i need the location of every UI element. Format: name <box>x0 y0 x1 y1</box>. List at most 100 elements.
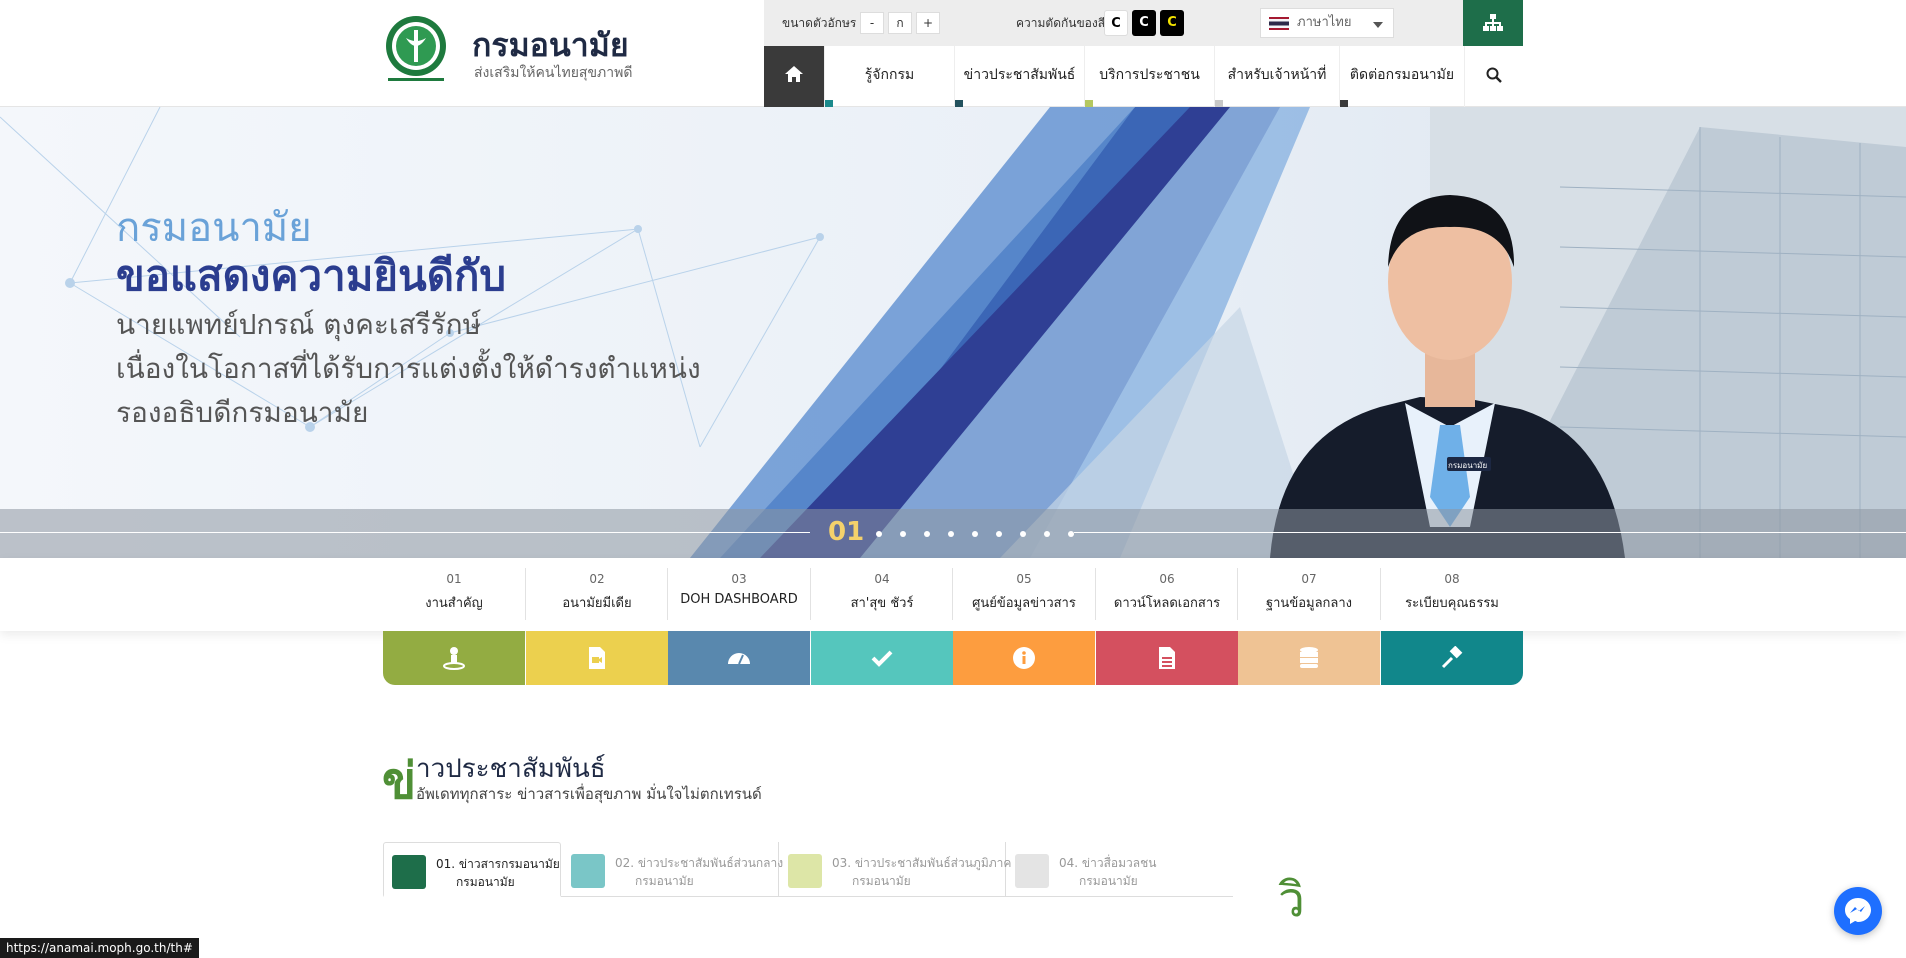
quick-link-health-sure[interactable]: 04 สา'สุข ชัวร์ <box>811 558 953 631</box>
building-icon <box>571 854 605 888</box>
language-select[interactable]: ภาษาไทย <box>1260 8 1394 38</box>
check-icon <box>871 650 893 667</box>
search-button[interactable] <box>1464 46 1523 107</box>
tab-subtitle: กรมอนามัย <box>635 874 694 888</box>
nav-marker <box>1215 100 1223 107</box>
contrast-normal-button[interactable]: C <box>1104 10 1128 36</box>
nav-news[interactable]: ข่าวประชาสัมพันธ์ <box>954 46 1084 107</box>
font-size-label: ขนาดตัวอักษร <box>782 16 857 30</box>
tab-title: 03. ข่าวประชาสัมพันธ์ส่วนภูมิภาค <box>832 856 1012 870</box>
nav-marker <box>825 100 833 107</box>
font-increase-button[interactable]: + <box>916 12 940 34</box>
slider-dot[interactable] <box>972 531 978 537</box>
messenger-icon <box>1845 898 1871 924</box>
building-icon <box>788 854 822 888</box>
tile-downloads[interactable] <box>1096 631 1238 685</box>
tab-central-news[interactable]: 02. ข่าวประชาสัมพันธ์ส่วนกลาง กรมอนามัย <box>563 842 783 897</box>
quick-link-info-center[interactable]: 05 ศูนย์ข้อมูลข่าวสาร <box>953 558 1095 631</box>
slide-number: 01 <box>828 517 865 547</box>
slider-dot[interactable] <box>948 531 954 537</box>
quick-links-bar: 01 งานสำคัญ 02 อนามัยมีเดีย 03 DOH DASHB… <box>0 558 1906 631</box>
slider-dot[interactable] <box>1044 531 1050 537</box>
tile-health-sure[interactable] <box>811 631 953 685</box>
nav-marker <box>1085 100 1093 107</box>
quick-link-number: 01 <box>446 572 462 586</box>
tile-database[interactable] <box>1238 631 1380 685</box>
nav-label: ติดต่อกรมอนามัย <box>1349 67 1455 83</box>
hero-text-name: นายแพทย์ปกรณ์ ตุงคะเสรีรักษ์ <box>116 308 482 341</box>
tab-regional-news[interactable]: 03. ข่าวประชาสัมพันธ์ส่วนภูมิภาค กรมอนาม… <box>780 842 1011 897</box>
news-subheading: อัพเดททุกสาระ ข่าวสารเพื่อสุขภาพ มั่นใจไ… <box>416 785 762 803</box>
browser-status-url: https://anamai.moph.go.th/th# <box>0 938 199 958</box>
department-logo[interactable] <box>384 14 448 92</box>
quick-link-label: ฐานข้อมูลกลาง <box>1265 596 1353 611</box>
gavel-icon <box>1441 646 1463 669</box>
tile-info-center[interactable] <box>953 631 1095 685</box>
slider-line-left <box>0 532 810 533</box>
quick-link-ethics[interactable]: 08 ระเบียบคุณธรรม <box>1381 558 1523 631</box>
home-icon <box>785 66 803 82</box>
nav-contact[interactable]: ติดต่อกรมอนามัย <box>1339 46 1464 107</box>
quick-link-label: ระเบียบคุณธรรม <box>1405 596 1499 611</box>
sitemap-button[interactable] <box>1463 0 1523 46</box>
tab-media-news[interactable]: 04. ข่าวสื่อมวลชน กรมอนามัย <box>1007 842 1233 897</box>
tile-ethics[interactable] <box>1381 631 1523 685</box>
slider-dot[interactable] <box>1068 531 1074 537</box>
slider-dot[interactable] <box>996 531 1002 537</box>
section-heading-partial: วิ <box>1278 872 1305 928</box>
nav-marker <box>955 100 963 107</box>
quick-link-label: งานสำคัญ <box>425 596 483 611</box>
nav-marker <box>1340 100 1348 107</box>
quick-link-number: 08 <box>1444 572 1460 586</box>
database-icon <box>1300 647 1318 668</box>
quick-link-important[interactable]: 01 งานสำคัญ <box>383 558 525 631</box>
slider-line-right <box>1074 532 1906 533</box>
quick-link-database[interactable]: 07 ฐานข้อมูลกลาง <box>1238 558 1380 631</box>
font-reset-button[interactable]: ก <box>888 12 912 34</box>
sitemap-icon <box>1483 14 1503 31</box>
nav-label: ข่าวประชาสัมพันธ์ <box>963 67 1076 83</box>
tab-title: 04. ข่าวสื่อมวลชน <box>1059 856 1157 870</box>
hero-badge: กรมอนามัย <box>1448 461 1488 470</box>
slider-dot[interactable] <box>900 531 906 537</box>
home-button[interactable] <box>764 46 824 107</box>
thai-flag-icon <box>1269 17 1289 30</box>
nav-label: สำหรับเจ้าหน้าที่ <box>1227 67 1327 83</box>
nav-public-services[interactable]: บริการประชาชน <box>1084 46 1214 107</box>
tile-important[interactable] <box>383 631 525 685</box>
main-navigation: รู้จักกรม ข่าวประชาสัมพันธ์ บริการประชาช… <box>764 46 1523 107</box>
nav-label: รู้จักกรม <box>864 67 915 83</box>
hero-text-position: รองอธิบดีกรมอนามัย <box>116 396 369 429</box>
nav-about[interactable]: รู้จักกรม <box>824 46 954 107</box>
tile-media[interactable] <box>526 631 668 685</box>
slider-dot[interactable] <box>924 531 930 537</box>
contrast-dark-button[interactable]: C <box>1132 10 1156 36</box>
tab-subtitle: กรมอนามัย <box>852 874 911 888</box>
quick-link-downloads[interactable]: 06 ดาวน์โหลดเอกสาร <box>1096 558 1238 631</box>
font-decrease-button[interactable]: - <box>860 12 884 34</box>
chevron-down-icon <box>1373 22 1383 28</box>
video-file-icon <box>589 647 605 669</box>
quick-link-media[interactable]: 02 อนามัยมีเดีย <box>526 558 668 631</box>
news-tabs: 01. ข่าวสารกรมอนามัย กรมอนามัย 02. ข่าวป… <box>383 842 1233 897</box>
quick-link-number: 06 <box>1159 572 1175 586</box>
hero-slider[interactable]: กรมอนามัย ขอแสดงความยินดีกับ นายแพทย์ปกร… <box>0 107 1906 558</box>
info-icon <box>1013 647 1035 669</box>
nav-staff[interactable]: สำหรับเจ้าหน้าที่ <box>1214 46 1339 107</box>
hero-text-occasion: เนื่องในโอกาสที่ได้รับการแต่งตั้งให้ดำรง… <box>116 352 701 385</box>
quick-link-dashboard[interactable]: 03 DOH DASHBOARD <box>668 558 810 631</box>
language-label: ภาษาไทย <box>1297 15 1352 30</box>
quick-link-number: 04 <box>874 572 890 586</box>
slider-dot[interactable] <box>876 531 882 537</box>
building-icon <box>392 855 426 889</box>
tile-dashboard[interactable] <box>668 631 810 685</box>
contrast-yellow-button[interactable]: C <box>1160 10 1184 36</box>
quick-link-label: อนามัยมีเดีย <box>562 596 632 611</box>
slider-dot[interactable] <box>1020 531 1026 537</box>
news-heading-letter: ข่ <box>382 752 417 810</box>
tab-title: 02. ข่าวประชาสัมพันธ์ส่วนกลาง <box>615 856 784 870</box>
quick-link-number: 05 <box>1016 572 1032 586</box>
contrast-label: ความตัดกันของสี <box>1016 16 1106 30</box>
messenger-chat-button[interactable] <box>1834 887 1882 935</box>
tab-doh-news[interactable]: 01. ข่าวสารกรมอนามัย กรมอนามัย <box>383 842 561 897</box>
